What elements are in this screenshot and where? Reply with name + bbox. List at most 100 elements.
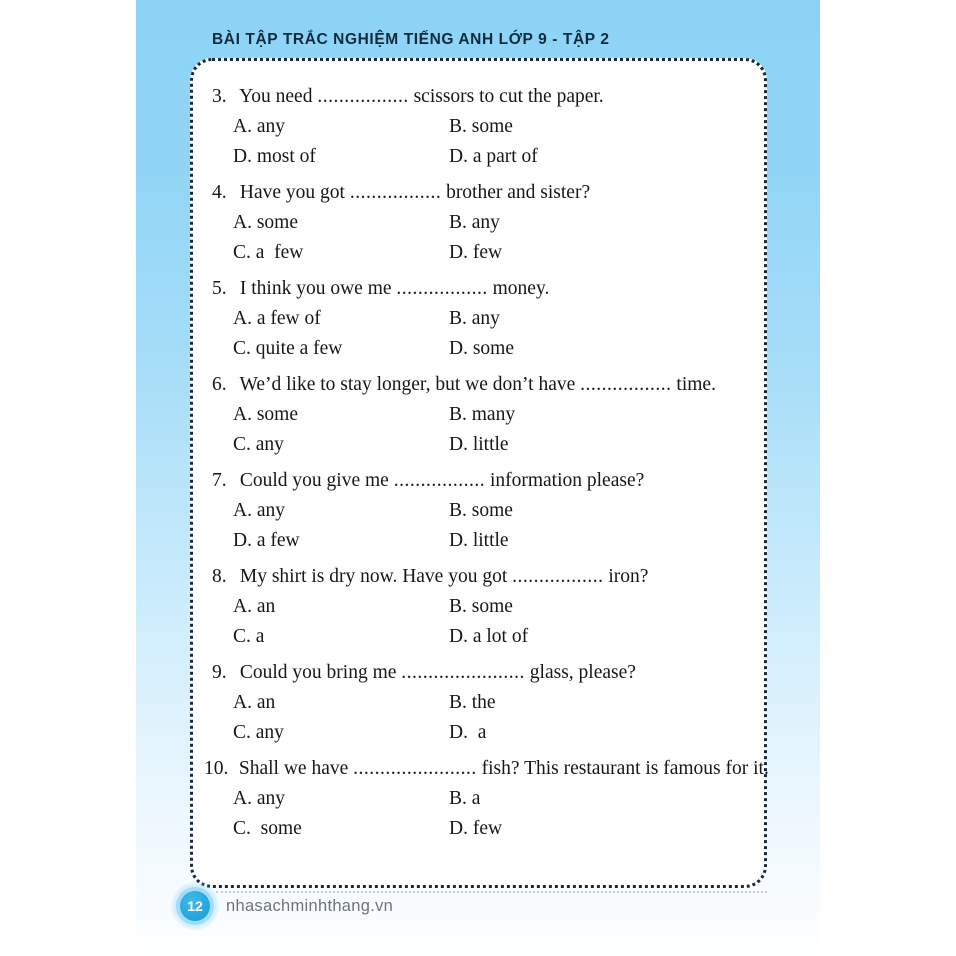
option-choice[interactable]: B. some (449, 496, 513, 526)
question-block: 8. My shirt is dry now. Have you got ...… (212, 562, 757, 652)
question-text-after-blank: information please? (485, 470, 645, 491)
question-block: 7. Could you give me ................. i… (212, 466, 757, 556)
answer-blank: ................. (512, 566, 604, 587)
option-row: C. some D. few (212, 814, 757, 844)
answer-blank: ................. (349, 182, 442, 203)
option-choice[interactable]: B. some (449, 592, 513, 622)
question-list: 3. You need ................. scissors t… (204, 82, 769, 850)
option-choice[interactable]: D. little (449, 430, 509, 460)
question-text-after-blank: brother and sister? (441, 182, 591, 203)
question-block: 6. We’d like to stay longer, but we don’… (212, 370, 757, 460)
question-text-after-blank: fish? This restaurant is famous for it. (476, 758, 769, 779)
option-choice[interactable]: C. any (233, 718, 449, 748)
option-choice[interactable]: A. any (233, 112, 449, 142)
option-row: A. any B. some (212, 112, 757, 142)
option-row: C. a D. a lot of (212, 622, 757, 652)
option-row: C. quite a few D. some (212, 334, 757, 364)
question-number: 3. (212, 86, 227, 107)
option-choice[interactable]: D. some (449, 334, 514, 364)
option-choice[interactable]: C. a (233, 622, 449, 652)
option-choice[interactable]: C. a few (233, 238, 449, 268)
book-page: BÀI TẬP TRẮC NGHIỆM TIẾNG ANH LỚP 9 - TẬ… (0, 0, 956, 956)
question-block: 10. Shall we have ......................… (204, 754, 769, 844)
question-text-after-blank: money. (487, 278, 550, 299)
question-block: 3. You need ................. scissors t… (212, 82, 757, 172)
page-number-badge: 12 (171, 882, 219, 930)
question-text-after-blank: iron? (603, 566, 649, 587)
question-block: 5. I think you owe me ................. … (212, 274, 757, 364)
question-text-before-blank: You need (235, 86, 318, 107)
option-row: D. a few D. little (212, 526, 757, 556)
question-stem: 10. Shall we have ......................… (204, 754, 769, 784)
question-stem: 9. Could you bring me ..................… (212, 658, 757, 688)
question-stem: 4. Have you got ................. brothe… (212, 178, 757, 208)
option-row: A. any B. a (212, 784, 757, 814)
answer-blank: ................. (396, 278, 488, 299)
option-choice[interactable]: D. few (449, 238, 502, 268)
question-stem: 5. I think you owe me ................. … (212, 274, 757, 304)
option-choice[interactable]: C. quite a few (233, 334, 449, 364)
option-row: A. an B. some (212, 592, 757, 622)
question-number: 4. (212, 182, 227, 203)
option-row: A. some B. many (212, 400, 757, 430)
question-number: 9. (212, 662, 227, 683)
question-text-after-blank: time. (671, 374, 716, 395)
page-number-label: 12 (187, 898, 203, 914)
answer-blank: ................. (317, 86, 409, 107)
option-choice[interactable]: A. any (233, 496, 449, 526)
question-stem: 8. My shirt is dry now. Have you got ...… (212, 562, 757, 592)
question-stem: 3. You need ................. scissors t… (212, 82, 757, 112)
option-row: A. any B. some (212, 496, 757, 526)
question-text-before-blank: Shall we have (234, 758, 354, 779)
running-header: BÀI TẬP TRẮC NGHIỆM TIẾNG ANH LỚP 9 - TẬ… (212, 31, 610, 48)
option-choice[interactable]: A. a few of (233, 304, 449, 334)
option-choice[interactable]: D. few (449, 814, 502, 844)
option-choice[interactable]: A. some (233, 208, 449, 238)
option-choice[interactable]: B. any (449, 208, 500, 238)
option-row: D. most of D. a part of (212, 142, 757, 172)
question-number: 5. (212, 278, 227, 299)
option-row: C. any D. little (212, 430, 757, 460)
option-row: A. a few of B. any (212, 304, 757, 334)
option-choice[interactable]: B. any (449, 304, 500, 334)
option-choice[interactable]: D. little (449, 526, 509, 556)
answer-blank: ................. (393, 470, 486, 491)
option-choice[interactable]: A. an (233, 688, 449, 718)
option-choice[interactable]: A. any (233, 784, 449, 814)
question-block: 4. Have you got ................. brothe… (212, 178, 757, 268)
question-text-before-blank: We’d like to stay longer, but we don’t h… (235, 374, 581, 395)
option-row: C. any D. a (212, 718, 757, 748)
option-choice[interactable]: B. a (449, 784, 480, 814)
option-choice[interactable]: B. the (449, 688, 496, 718)
question-text-before-blank: My shirt is dry now. Have you got (235, 566, 513, 587)
question-text-before-blank: I think you owe me (235, 278, 397, 299)
question-number: 7. (212, 470, 227, 491)
question-text-after-blank: scissors to cut the paper. (408, 86, 604, 107)
question-number: 8. (212, 566, 227, 587)
option-choice[interactable]: D. a few (233, 526, 449, 556)
option-choice[interactable]: B. some (449, 112, 513, 142)
question-text-before-blank: Have you got (235, 182, 350, 203)
question-text-before-blank: Could you give me (235, 470, 394, 491)
question-text-before-blank: Could you bring me (235, 662, 402, 683)
option-choice[interactable]: D. a (449, 718, 486, 748)
answer-blank: ....................... (353, 758, 477, 779)
publisher-website: nhasachminhthang.vn (226, 897, 394, 915)
answer-blank: ....................... (401, 662, 525, 683)
option-choice[interactable]: B. many (449, 400, 515, 430)
option-choice[interactable]: D. a lot of (449, 622, 528, 652)
option-choice[interactable]: C. some (233, 814, 449, 844)
question-stem: 6. We’d like to stay longer, but we don’… (212, 370, 757, 400)
question-block: 9. Could you bring me ..................… (212, 658, 757, 748)
question-number: 10. (204, 758, 229, 779)
option-choice[interactable]: D. a part of (449, 142, 538, 172)
option-choice[interactable]: D. most of (233, 142, 449, 172)
option-choice[interactable]: A. some (233, 400, 449, 430)
option-row: C. a few D. few (212, 238, 757, 268)
question-number: 6. (212, 374, 227, 395)
footer-divider (216, 891, 767, 893)
option-choice[interactable]: C. any (233, 430, 449, 460)
option-choice[interactable]: A. an (233, 592, 449, 622)
option-row: A. some B. any (212, 208, 757, 238)
answer-blank: ................. (580, 374, 672, 395)
